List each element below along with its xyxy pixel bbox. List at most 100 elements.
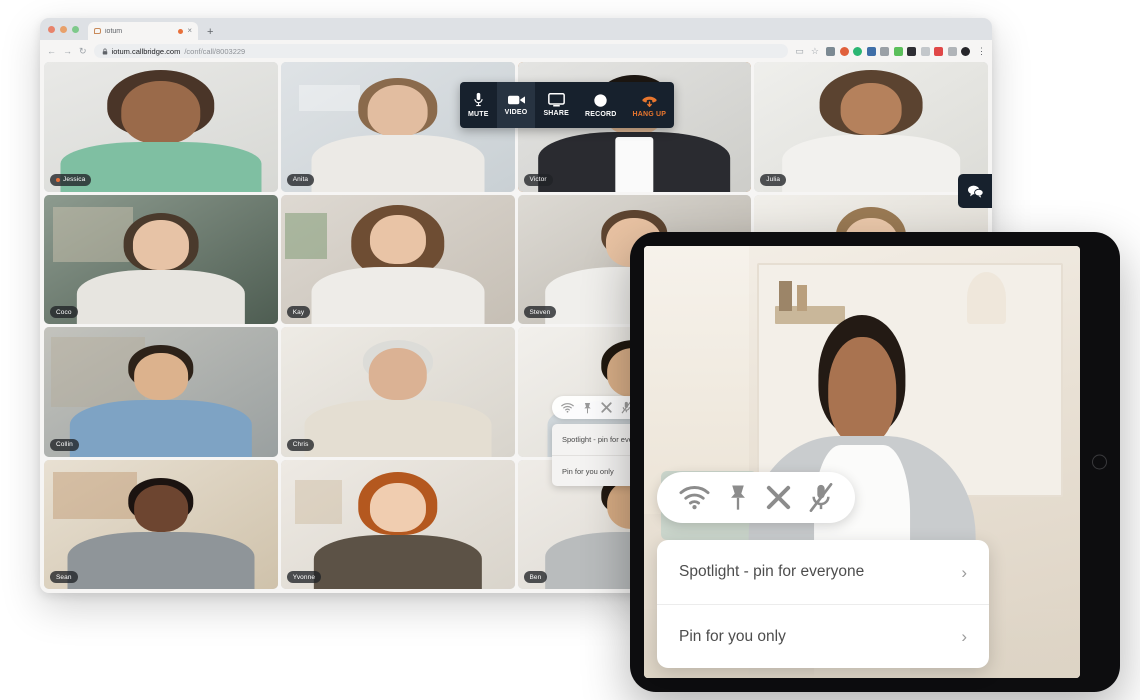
participant-name: Chris bbox=[292, 441, 309, 448]
participant-nametag: Victor bbox=[523, 173, 553, 186]
participant-nametag: Yvonne bbox=[286, 571, 322, 583]
forward-icon[interactable]: → bbox=[63, 46, 72, 56]
extension-icon[interactable] bbox=[839, 46, 849, 56]
participant-tile[interactable]: Sean bbox=[44, 459, 278, 589]
participant-name: Yvonne bbox=[292, 573, 316, 581]
signal-strength-icon[interactable] bbox=[679, 485, 710, 510]
scene-lamp bbox=[966, 271, 1006, 324]
participant-name: Collin bbox=[56, 441, 73, 448]
lock-icon bbox=[102, 48, 107, 54]
monitor-icon bbox=[547, 93, 565, 107]
extension-icon[interactable] bbox=[866, 46, 876, 56]
video-button-label: VIDEO bbox=[504, 109, 528, 116]
browser-address-bar: ← → ↻ iotum.callbridge.com/conf/call/800… bbox=[40, 40, 992, 62]
featured-context-menu: Spotlight - pin for everyone › Pin for y… bbox=[657, 540, 989, 668]
video-feed bbox=[44, 62, 278, 192]
menu-item-pin-for-you-only[interactable]: Pin for you only › bbox=[657, 604, 989, 668]
featured-tile-action-bar bbox=[657, 472, 855, 523]
extension-icon[interactable] bbox=[893, 46, 903, 56]
microphone-muted-icon[interactable] bbox=[809, 483, 833, 512]
browser-menu-icon[interactable]: ⋮ bbox=[977, 46, 986, 57]
tile-action-bar bbox=[552, 396, 641, 419]
participant-tile[interactable]: Kay bbox=[280, 194, 515, 324]
screenshot-stage: iotum × + ← → ↻ iotum.callbridge.com/con… bbox=[0, 0, 1140, 700]
tab-title: iotum bbox=[105, 27, 123, 35]
home-button[interactable] bbox=[1092, 454, 1107, 470]
bookmark-star-icon[interactable]: ☆ bbox=[811, 46, 819, 56]
participant-nametag: Chris bbox=[286, 438, 315, 451]
new-tab-button[interactable]: + bbox=[207, 26, 213, 38]
record-button[interactable]: RECORD bbox=[577, 82, 625, 128]
maximize-window-button[interactable] bbox=[72, 25, 79, 33]
participant-tile[interactable]: Yvonne bbox=[280, 459, 515, 589]
participant-nametag: Anita bbox=[286, 173, 315, 186]
participant-name: Ben bbox=[529, 573, 542, 581]
participant-name: Kay bbox=[292, 308, 305, 316]
signal-strength-icon[interactable] bbox=[561, 402, 574, 413]
hangup-button[interactable]: HANG UP bbox=[625, 82, 675, 128]
chevron-right-icon: › bbox=[961, 562, 967, 582]
record-button-label: RECORD bbox=[584, 110, 617, 118]
extension-icon[interactable] bbox=[880, 46, 889, 56]
participant-tile[interactable]: Julia bbox=[754, 62, 988, 192]
participant-name: Victor bbox=[529, 176, 547, 183]
url-path: /conf/call/8003229 bbox=[184, 46, 246, 56]
participant-nametag: Collin bbox=[50, 438, 79, 451]
participant-nametag: Julia bbox=[760, 173, 787, 186]
browser-tab[interactable]: iotum × bbox=[88, 22, 198, 40]
speaker-head bbox=[828, 336, 896, 445]
tab-favicon bbox=[94, 28, 101, 34]
share-button[interactable]: SHARE bbox=[535, 82, 577, 128]
extension-icon[interactable] bbox=[947, 46, 957, 56]
extension-icon[interactable] bbox=[826, 46, 835, 56]
pin-icon[interactable] bbox=[583, 402, 592, 414]
minimize-window-button[interactable] bbox=[60, 25, 67, 33]
reload-icon[interactable]: ↻ bbox=[79, 46, 87, 56]
participant-tile[interactable]: Collin bbox=[44, 327, 278, 457]
chat-button[interactable] bbox=[958, 174, 992, 208]
url-host: iotum.callbridge.com bbox=[111, 46, 181, 56]
participant-nametag: Kay bbox=[286, 306, 311, 318]
share-page-icon[interactable]: ▭ bbox=[795, 46, 804, 56]
pin-icon[interactable] bbox=[728, 484, 748, 511]
conference-toolbar: MUTE VIDEO SHARE RECORD HANG UP bbox=[460, 82, 675, 128]
participant-tile[interactable]: Jessica bbox=[44, 62, 278, 192]
share-button-label: SHARE bbox=[543, 110, 569, 117]
video-feed bbox=[280, 327, 515, 457]
extension-icon[interactable] bbox=[934, 46, 943, 56]
close-window-button[interactable] bbox=[48, 25, 55, 33]
back-icon[interactable]: ← bbox=[47, 46, 56, 56]
participant-name: Julia bbox=[766, 176, 781, 183]
record-circle-icon bbox=[594, 93, 607, 107]
chat-bubble-icon bbox=[967, 185, 984, 198]
menu-item-label: Spotlight - pin for everyone bbox=[679, 563, 865, 580]
mute-button[interactable]: MUTE bbox=[460, 82, 497, 128]
participant-tile[interactable]: Chris bbox=[280, 327, 515, 457]
participant-tile[interactable]: Coco bbox=[44, 194, 278, 324]
menu-item-spotlight-pin-for-everyone[interactable]: Spotlight - pin for everyone › bbox=[657, 540, 989, 604]
microphone-icon bbox=[474, 92, 483, 107]
participant-nametag: Jessica bbox=[50, 173, 92, 186]
chevron-right-icon: › bbox=[961, 627, 967, 646]
browser-tab-bar: iotum × + bbox=[40, 18, 992, 40]
hangup-button-label: HANG UP bbox=[632, 110, 667, 118]
video-feed bbox=[754, 62, 988, 192]
browser-extensions bbox=[826, 46, 970, 56]
extension-icon[interactable] bbox=[907, 46, 916, 56]
profile-avatar[interactable] bbox=[961, 46, 970, 56]
video-feed bbox=[44, 459, 278, 589]
extension-icon[interactable] bbox=[920, 46, 930, 56]
participant-nametag: Steven bbox=[523, 306, 557, 318]
tab-close-icon[interactable]: × bbox=[187, 27, 192, 35]
close-x-icon[interactable] bbox=[601, 402, 612, 413]
video-feed bbox=[44, 194, 278, 324]
close-x-icon[interactable] bbox=[766, 485, 791, 510]
video-feed bbox=[280, 194, 515, 324]
participant-name: Coco bbox=[56, 308, 72, 316]
extension-icon[interactable] bbox=[853, 46, 862, 56]
video-button[interactable]: VIDEO bbox=[496, 82, 536, 128]
menu-item-label: Pin for you only bbox=[679, 627, 786, 645]
window-traffic-lights bbox=[48, 18, 88, 40]
url-input[interactable]: iotum.callbridge.com/conf/call/8003229 bbox=[93, 44, 789, 58]
hangup-phone-icon bbox=[642, 96, 657, 107]
